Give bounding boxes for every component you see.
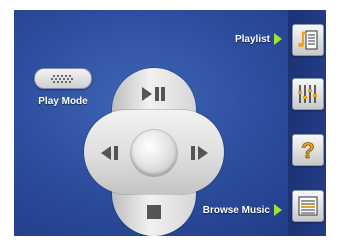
playlist-button[interactable] <box>292 24 324 56</box>
help-icon: ? <box>301 138 315 162</box>
previous-track-icon <box>101 146 118 160</box>
stop-icon <box>147 205 161 219</box>
right-sidebar: ? <box>288 10 326 236</box>
grip-icon <box>51 74 73 83</box>
playlist-label-row: Playlist <box>235 33 282 45</box>
play-pause-icon <box>142 87 165 101</box>
equalizer-button[interactable] <box>292 78 324 110</box>
help-button[interactable]: ? <box>292 134 324 166</box>
previous-track-button[interactable] <box>90 136 130 170</box>
next-track-button[interactable] <box>180 136 220 170</box>
equalizer-icon <box>298 85 317 103</box>
center-select-button[interactable] <box>131 130 177 176</box>
arrow-right-icon <box>274 33 282 45</box>
player-screen: Play Mode Playlist Browse Music ? <box>14 10 326 236</box>
svg-text:?: ? <box>301 138 314 162</box>
browse-list-icon <box>298 196 318 216</box>
playlist-label: Playlist <box>234 33 270 45</box>
next-track-icon <box>191 146 208 160</box>
playlist-icon <box>298 30 318 50</box>
play-pause-button[interactable] <box>132 78 176 110</box>
browse-label-row: Browse Music <box>203 204 282 216</box>
arrow-right-icon <box>274 204 282 216</box>
stop-button[interactable] <box>132 194 176 230</box>
browse-music-button[interactable] <box>292 190 324 222</box>
browse-music-label: Browse Music <box>202 204 270 216</box>
